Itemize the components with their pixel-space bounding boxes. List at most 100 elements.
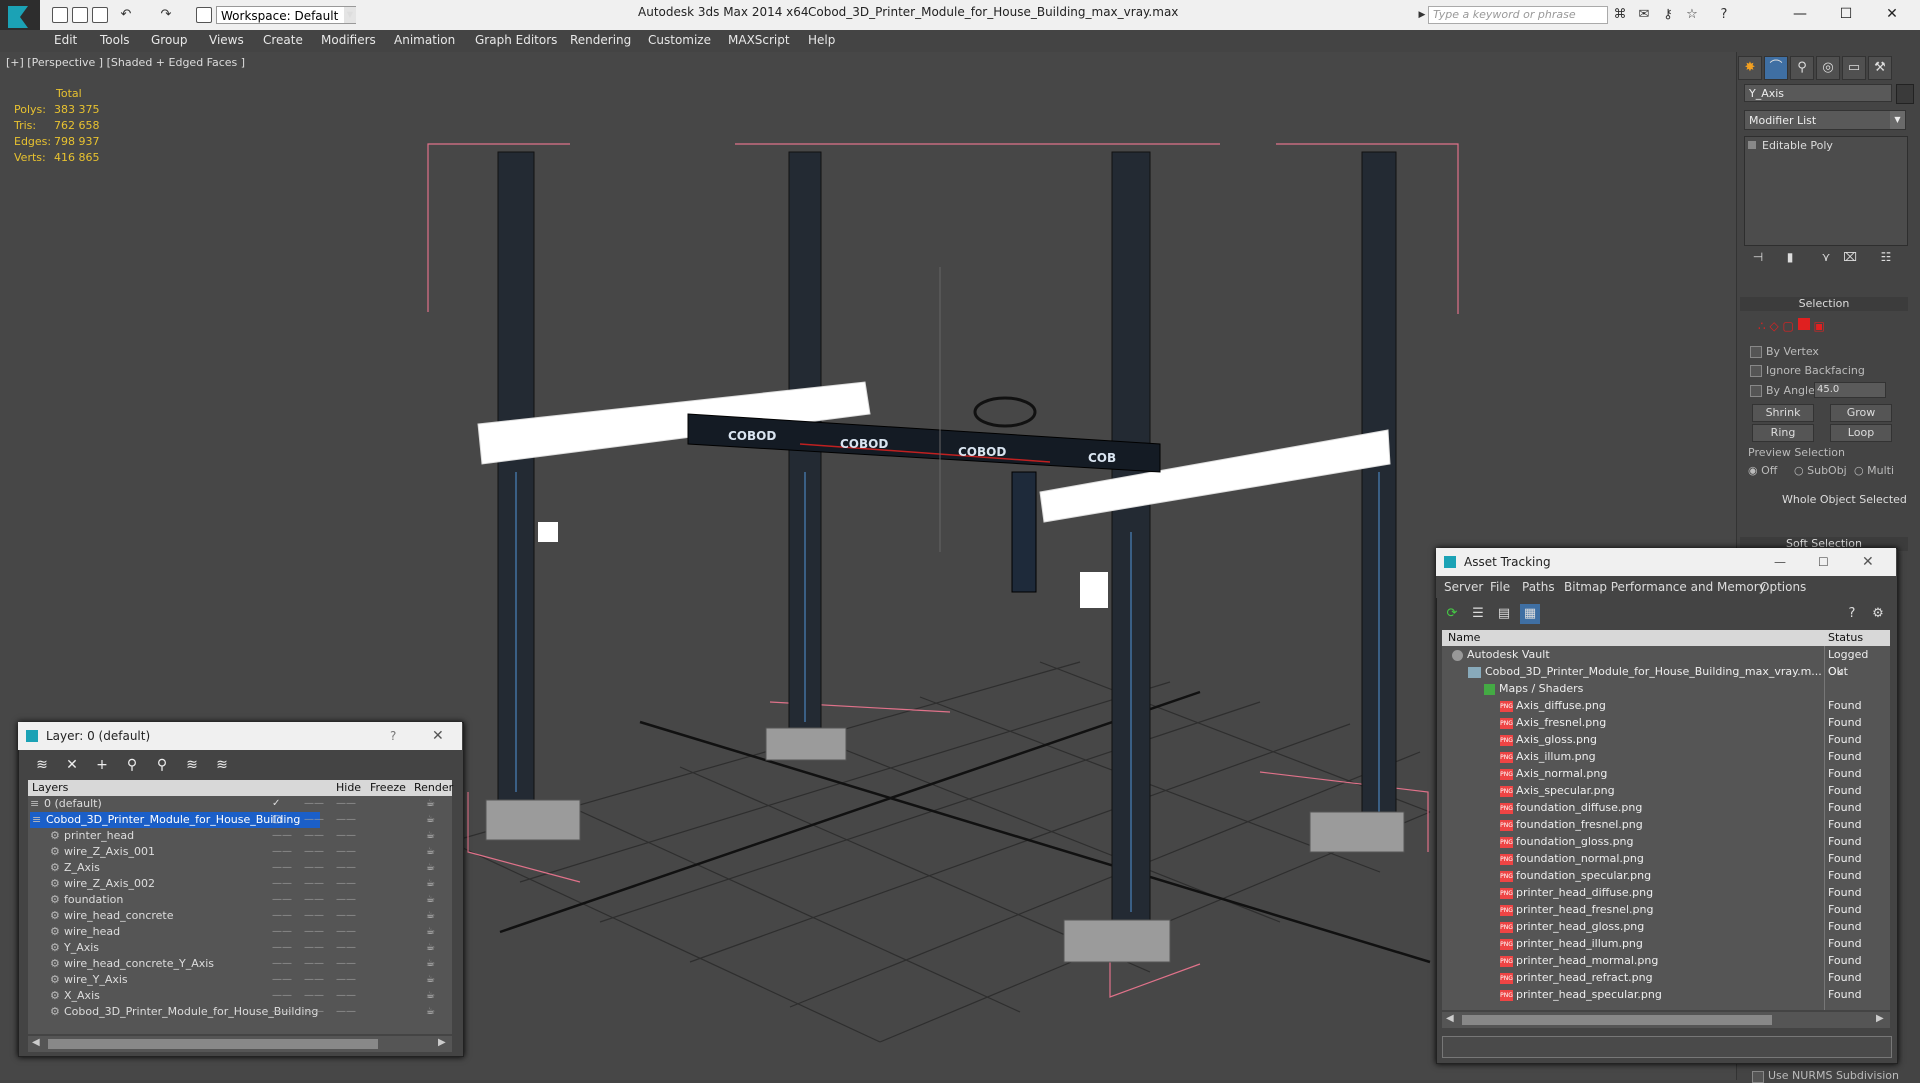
- column-divider[interactable]: [1824, 646, 1825, 1010]
- asset-row[interactable]: Maps / Shaders: [1442, 680, 1890, 697]
- close-button[interactable]: ✕: [1872, 2, 1912, 26]
- asset-horizontal-scrollbar[interactable]: ◀ ▶: [1442, 1012, 1890, 1028]
- asset-maximize-button[interactable]: ☐: [1818, 548, 1829, 576]
- subobject-level-icons[interactable]: ∴ ◇ ▢ ▣: [1758, 318, 1825, 333]
- grow-button[interactable]: Grow: [1830, 404, 1892, 422]
- show-end-result-icon[interactable]: ▮: [1780, 250, 1800, 268]
- menu-help[interactable]: Help: [808, 33, 835, 47]
- freeze-toggle[interactable]: ——: [336, 988, 356, 1004]
- hide-toggle[interactable]: ——: [304, 892, 324, 908]
- layer-close-button[interactable]: ✕: [432, 722, 444, 750]
- freeze-toggle[interactable]: ——: [272, 940, 292, 956]
- asset-row[interactable]: PNG Axis_diffuse.png Found: [1442, 697, 1890, 714]
- layer-horizontal-scrollbar[interactable]: ◀ ▶: [28, 1036, 452, 1052]
- menu-views[interactable]: Views: [209, 33, 244, 47]
- asset-row[interactable]: PNG printer_head_diffuse.png Found: [1442, 884, 1890, 901]
- asset-row[interactable]: PNG printer_head_illum.png Found: [1442, 935, 1890, 952]
- favorites-star-icon[interactable]: ☆: [1684, 7, 1700, 23]
- chevron-down-icon[interactable]: ▼: [1890, 111, 1905, 129]
- asset-menu-options[interactable]: Options: [1760, 580, 1806, 594]
- viewport-label[interactable]: [+] [Perspective ] [Shaded + Edged Faces…: [6, 56, 245, 69]
- search-input[interactable]: Type a keyword or phrase: [1428, 6, 1608, 24]
- scroll-left-icon[interactable]: ◀: [1446, 1013, 1454, 1024]
- minimize-button[interactable]: —: [1780, 2, 1820, 26]
- render-toggle-icon[interactable]: ☕: [426, 812, 435, 828]
- freeze-toggle[interactable]: ——: [272, 924, 292, 940]
- layer-row[interactable]: ≡ 0 (default) ✓ —— —— ☕: [28, 796, 452, 812]
- select-objects-icon[interactable]: ⚲: [122, 756, 142, 774]
- hide-toggle[interactable]: ——: [304, 956, 324, 972]
- hide-toggle[interactable]: ——: [304, 828, 324, 844]
- hide-toggle[interactable]: ——: [304, 908, 324, 924]
- pin-stack-icon[interactable]: ⊣: [1748, 250, 1768, 268]
- layer-row[interactable]: ⚙ Y_Axis —— —— —— ☕: [28, 940, 452, 956]
- menu-maxscript[interactable]: MAXScript: [728, 33, 790, 47]
- highlight-layer-icon[interactable]: ⚲: [152, 756, 172, 774]
- menu-create[interactable]: Create: [263, 33, 303, 47]
- redo-icon[interactable]: ↷: [158, 7, 174, 23]
- asset-row[interactable]: Autodesk Vault Logged Out: [1442, 646, 1890, 678]
- delete-layer-icon[interactable]: ✕: [62, 756, 82, 774]
- render-toggle-icon[interactable]: ☕: [426, 972, 435, 988]
- freeze-toggle[interactable]: ——: [272, 972, 292, 988]
- create-tab-icon[interactable]: ✸: [1738, 56, 1762, 80]
- menu-rendering[interactable]: Rendering: [570, 33, 631, 47]
- list-view-icon[interactable]: ☰: [1468, 604, 1488, 624]
- layer-row[interactable]: ⚙ wire_Y_Axis —— —— —— ☕: [28, 972, 452, 988]
- freeze-toggle[interactable]: ——: [272, 828, 292, 844]
- ignore-backfacing-checkbox[interactable]: [1750, 365, 1762, 377]
- binoculars-icon[interactable]: ⌘: [1612, 7, 1628, 23]
- render-toggle-icon[interactable]: ☕: [426, 844, 435, 860]
- hide-toggle[interactable]: ——: [304, 924, 324, 940]
- render-toggle-icon[interactable]: ☕: [426, 908, 435, 924]
- asset-row[interactable]: PNG Axis_specular.png Found: [1442, 782, 1890, 799]
- thumbnail-view-icon[interactable]: ▤: [1494, 604, 1514, 624]
- layer-row[interactable]: ⚙ wire_Z_Axis_002 —— —— —— ☕: [28, 876, 452, 892]
- preview-off-radio[interactable]: ◉ Off: [1748, 464, 1777, 477]
- key-icon[interactable]: ⚷: [1660, 7, 1676, 23]
- object-color-swatch[interactable]: [1896, 84, 1914, 104]
- ring-button[interactable]: Ring: [1752, 424, 1814, 442]
- open-file-icon[interactable]: [72, 7, 88, 23]
- freeze-toggle[interactable]: ——: [336, 972, 356, 988]
- col-name[interactable]: Name: [1448, 631, 1480, 644]
- asset-row[interactable]: PNG printer_head_gloss.png Found: [1442, 918, 1890, 935]
- freeze-toggle[interactable]: ——: [336, 812, 356, 828]
- render-toggle-icon[interactable]: ☕: [426, 860, 435, 876]
- freeze-toggle[interactable]: ——: [336, 876, 356, 892]
- help-icon[interactable]: ?: [1716, 7, 1732, 23]
- freeze-toggle[interactable]: ——: [336, 956, 356, 972]
- hide-toggle[interactable]: ——: [304, 1004, 324, 1020]
- asset-menu-bitmap[interactable]: Bitmap Performance and Memory: [1564, 580, 1766, 594]
- asset-menu-paths[interactable]: Paths: [1522, 580, 1555, 594]
- col-status[interactable]: Status: [1828, 631, 1863, 644]
- hierarchy-tab-icon[interactable]: ⚲: [1790, 56, 1814, 80]
- render-toggle-icon[interactable]: ☕: [426, 956, 435, 972]
- hide-all-icon[interactable]: ≋: [182, 756, 202, 774]
- preview-subobj-radio[interactable]: ○ SubObj: [1794, 464, 1847, 477]
- freeze-toggle[interactable]: ——: [336, 844, 356, 860]
- by-vertex-checkbox[interactable]: [1750, 346, 1762, 358]
- scroll-left-icon[interactable]: ◀: [32, 1037, 40, 1048]
- new-file-icon[interactable]: [52, 7, 68, 23]
- render-toggle-icon[interactable]: ☕: [426, 1004, 435, 1020]
- menu-edit[interactable]: Edit: [54, 33, 77, 47]
- scroll-thumb[interactable]: [1462, 1015, 1772, 1025]
- layer-row[interactable]: ⚙ Cobod_3D_Printer_Module_for_House_Build…: [28, 1004, 452, 1020]
- layer-row[interactable]: ⚙ wire_head —— —— —— ☕: [28, 924, 452, 940]
- hide-toggle[interactable]: ——: [304, 988, 324, 1004]
- asset-row[interactable]: PNG printer_head_specular.png Found: [1442, 986, 1890, 1003]
- freeze-toggle[interactable]: ——: [336, 924, 356, 940]
- preview-multi-radio[interactable]: ○ Multi: [1854, 464, 1894, 477]
- communication-center-icon[interactable]: ✉: [1636, 7, 1652, 23]
- angle-spinner[interactable]: 45.0: [1814, 382, 1886, 398]
- freeze-toggle[interactable]: ——: [336, 828, 356, 844]
- layer-row[interactable]: ⚙ wire_head_concrete_Y_Axis —— —— —— ☕: [28, 956, 452, 972]
- layer-help-button[interactable]: ?: [390, 722, 396, 750]
- freeze-toggle[interactable]: ——: [272, 988, 292, 1004]
- motion-tab-icon[interactable]: ◎: [1816, 56, 1840, 80]
- render-toggle-icon[interactable]: ☕: [426, 988, 435, 1004]
- layer-row[interactable]: ⚙ wire_Z_Axis_001 —— —— —— ☕: [28, 844, 452, 860]
- asset-row[interactable]: PNG Axis_fresnel.png Found: [1442, 714, 1890, 731]
- hide-toggle[interactable]: ——: [304, 876, 324, 892]
